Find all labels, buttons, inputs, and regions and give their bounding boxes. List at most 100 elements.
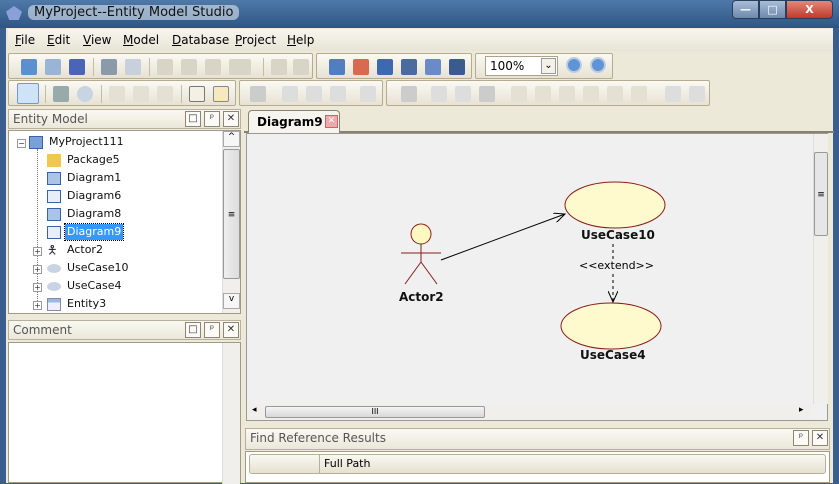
zoom-out-icon[interactable]: [590, 57, 606, 73]
print-icon[interactable]: [101, 59, 117, 75]
relation5-icon[interactable]: [607, 86, 623, 102]
scroll-down-button[interactable]: v: [223, 293, 240, 309]
menu-edit[interactable]: Edit: [47, 33, 70, 47]
scroll-right-button[interactable]: ▸: [799, 405, 804, 415]
panel-maximize-button[interactable]: □: [185, 322, 201, 338]
undo-icon[interactable]: [271, 59, 287, 75]
canvas-vertical-scrollbar[interactable]: ≡: [813, 134, 828, 404]
extend-tool-icon[interactable]: [157, 86, 173, 102]
find-reference-icon[interactable]: [425, 59, 441, 75]
paste-icon[interactable]: [205, 59, 221, 75]
usecase4-ellipse[interactable]: [560, 302, 662, 350]
relation6-icon[interactable]: [631, 86, 647, 102]
new-project-icon[interactable]: [21, 59, 37, 75]
association-tool-icon[interactable]: [109, 86, 125, 102]
canvas-hscroll-thumb[interactable]: III: [265, 406, 485, 418]
open-project-icon[interactable]: [45, 59, 61, 75]
entity-icon[interactable]: [431, 86, 447, 102]
relation4-icon[interactable]: [583, 86, 599, 102]
view-icon[interactable]: [455, 86, 471, 102]
comment-textarea[interactable]: [8, 342, 241, 484]
menu-view[interactable]: View: [83, 33, 111, 47]
relation1-icon[interactable]: [511, 86, 527, 102]
diagram-icon: [47, 172, 61, 185]
menu-help[interactable]: Help: [287, 33, 314, 47]
select-disabled-icon[interactable]: [250, 86, 266, 102]
tab-diagram9[interactable]: Diagram9 ✕: [248, 110, 340, 133]
scroll-up-button[interactable]: ^: [223, 131, 240, 147]
expand-toggle[interactable]: +: [33, 265, 42, 274]
usecase-tool-icon[interactable]: [77, 86, 93, 102]
panel-close-button[interactable]: ✕: [223, 111, 239, 127]
copy-icon[interactable]: [157, 59, 173, 75]
tab-close-icon[interactable]: ✕: [325, 115, 338, 128]
package-tool-icon[interactable]: [213, 86, 229, 102]
expand-toggle[interactable]: +: [33, 283, 42, 292]
actor-tool-icon[interactable]: [53, 86, 69, 102]
project-icon: [29, 136, 43, 149]
tab-label: Diagram9: [257, 115, 323, 129]
note-er-icon[interactable]: [665, 86, 681, 102]
canvas-horizontal-scrollbar[interactable]: ◂ III ▸: [247, 404, 813, 420]
pointer-tool-icon[interactable]: [17, 83, 39, 104]
usecase-icon: [47, 264, 61, 273]
include-tool-icon[interactable]: [133, 86, 149, 102]
panel-close-button[interactable]: ✕: [812, 430, 828, 446]
zoom-in-icon[interactable]: [566, 57, 582, 73]
collapse-toggle[interactable]: −: [17, 139, 26, 148]
delete-icon[interactable]: [229, 59, 251, 75]
cut-icon[interactable]: [181, 59, 197, 75]
zoom-dropdown-arrow[interactable]: ⌄: [541, 58, 556, 74]
diagram-canvas[interactable]: Actor2 UseCase10 UseCase4 <<extend>> ≡ ◂…: [246, 133, 828, 421]
properties-icon[interactable]: [377, 59, 393, 75]
return-message-icon[interactable]: [306, 86, 322, 102]
find-icon[interactable]: [401, 59, 417, 75]
redo-icon[interactable]: [293, 59, 309, 75]
tree-vertical-scrollbar[interactable]: ^ ≡ v: [222, 131, 240, 313]
scroll-thumb[interactable]: ≡: [223, 149, 240, 279]
note-tool-icon[interactable]: [189, 86, 205, 102]
column-header-blank[interactable]: [250, 455, 320, 473]
window-icon[interactable]: [449, 59, 465, 75]
lifeline-icon[interactable]: [330, 86, 346, 102]
panel-pin-button[interactable]: ᵖ: [204, 322, 220, 338]
select-er-icon[interactable]: [401, 86, 417, 102]
close-button[interactable]: X: [786, 0, 833, 19]
message-icon[interactable]: [282, 86, 298, 102]
canvas-vscroll-thumb[interactable]: ≡: [814, 152, 828, 236]
menu-file[interactable]: File: [15, 33, 35, 47]
panel-maximize-button[interactable]: □: [185, 111, 201, 127]
expand-toggle[interactable]: +: [33, 247, 42, 256]
entity-icon: [47, 298, 61, 311]
tree-item-label: Diagram6: [67, 189, 122, 202]
zoom-value: 100%: [490, 59, 525, 73]
relation3-icon[interactable]: [559, 86, 575, 102]
association-line[interactable]: [440, 214, 565, 261]
tree-guide-line: [37, 149, 38, 305]
minimize-button[interactable]: —: [732, 0, 759, 19]
entity-model-title: Entity Model: [13, 112, 88, 126]
menu-model[interactable]: Model: [123, 33, 159, 47]
relation2-icon[interactable]: [535, 86, 551, 102]
panel-pin-button[interactable]: ᵖ: [204, 111, 220, 127]
diagram-icon: [47, 208, 61, 221]
panel-close-button[interactable]: ✕: [223, 322, 239, 338]
remove-icon[interactable]: [353, 59, 369, 75]
print-preview-icon[interactable]: [125, 59, 141, 75]
model-tree-icon[interactable]: [329, 59, 345, 75]
actor-figure[interactable]: [401, 223, 441, 285]
note-disabled-icon[interactable]: [360, 86, 376, 102]
package-er-icon[interactable]: [689, 86, 705, 102]
scroll-left-button[interactable]: ◂: [252, 405, 257, 415]
maximize-button[interactable]: □: [759, 0, 786, 19]
expand-toggle[interactable]: +: [33, 301, 42, 310]
panel-pin-button[interactable]: ᵖ: [793, 430, 809, 446]
column-header-full-path[interactable]: Full Path: [324, 457, 370, 470]
menu-database[interactable]: Database: [172, 33, 229, 47]
table-icon[interactable]: [479, 86, 495, 102]
comment-scrollbar[interactable]: [222, 343, 240, 484]
menu-project[interactable]: Project: [235, 33, 276, 47]
usecase10-ellipse[interactable]: [564, 181, 666, 229]
standard-toolbar: [8, 53, 313, 79]
save-all-icon[interactable]: [69, 59, 85, 75]
